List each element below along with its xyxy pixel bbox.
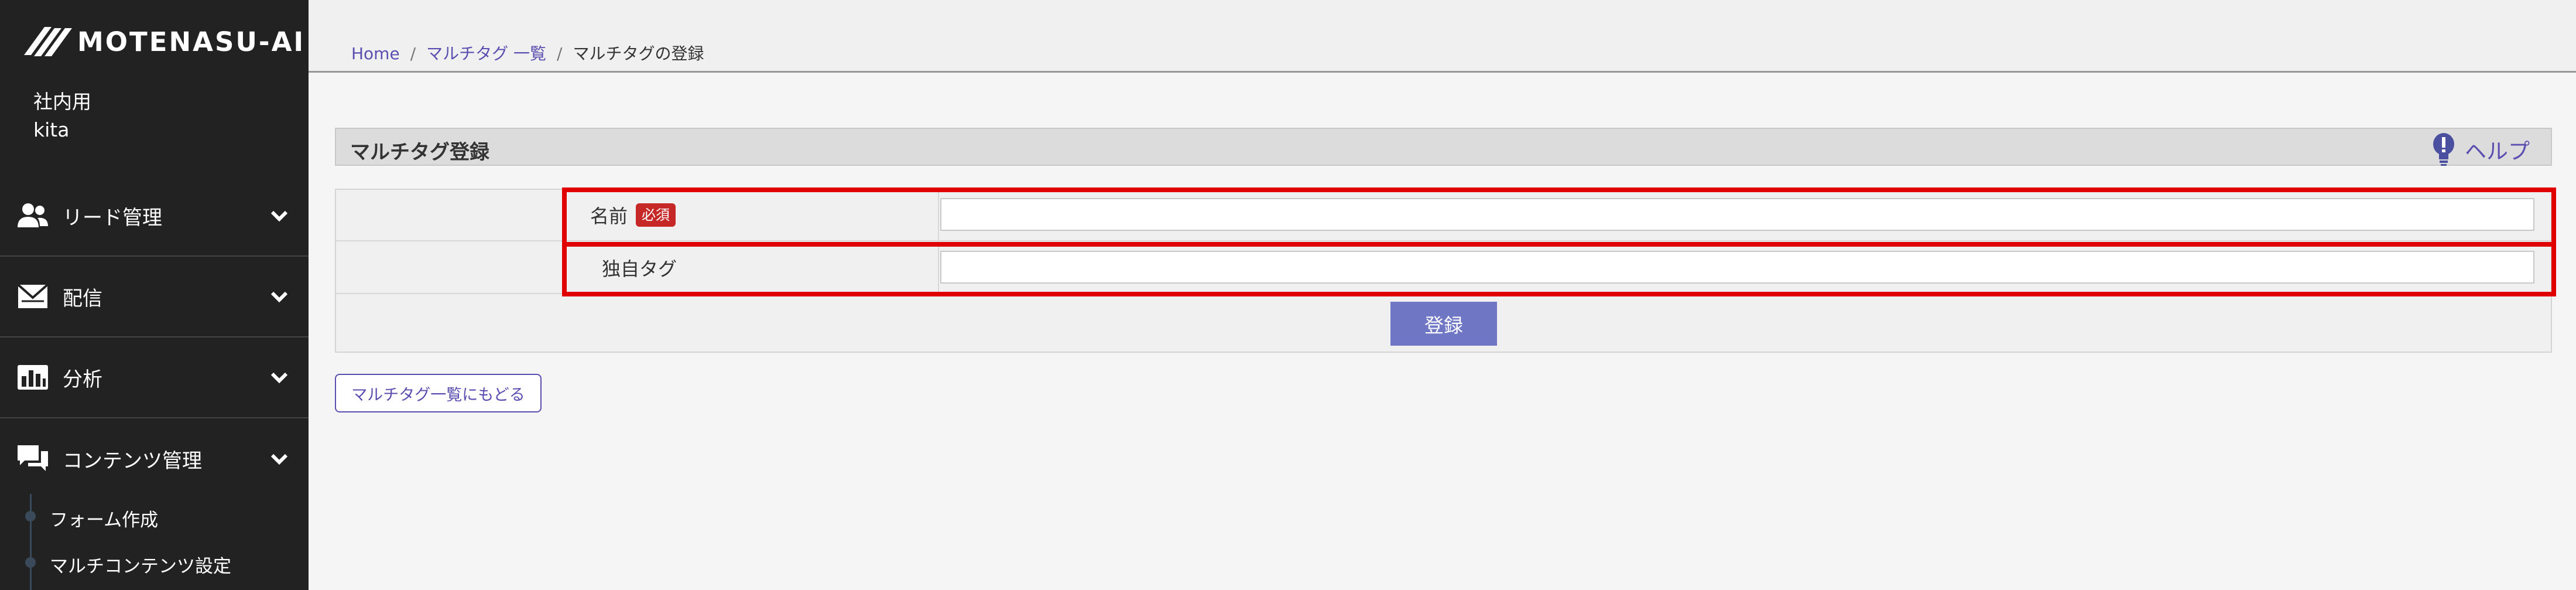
chevron-down-icon: [270, 372, 288, 384]
bullet-dot-icon: [25, 557, 36, 568]
column-divider: [938, 190, 939, 293]
breadcrumb-home[interactable]: Home: [351, 44, 400, 63]
back-to-list-button[interactable]: マルチタグ一覧にもどる: [335, 374, 542, 412]
bar-chart-icon: [16, 361, 49, 394]
sidebar-item-contents[interactable]: コンテンツ管理: [0, 418, 309, 499]
logo[interactable]: MOTENASU-AI: [21, 21, 305, 62]
sidebar-item-label: 分析: [63, 367, 102, 391]
sidebar-subitem-multicontent[interactable]: マルチコンテンツ設定: [50, 551, 231, 578]
breadcrumb: Home / マルチタグ 一覧 / マルチタグの登録: [351, 41, 704, 64]
sidebar-item-delivery[interactable]: 配信: [0, 257, 309, 337]
breadcrumb-separator: /: [557, 44, 563, 63]
breadcrumb-list[interactable]: マルチタグ 一覧: [426, 44, 546, 63]
users-icon: [16, 199, 49, 232]
name-label: 名前: [590, 205, 628, 227]
name-input[interactable]: [940, 198, 2534, 231]
name-label-cell: 名前 必須: [590, 202, 676, 229]
bullet-dot-icon: [25, 511, 36, 521]
user-name: kita: [33, 118, 70, 141]
required-badge: 必須: [636, 203, 676, 227]
row-divider: [336, 293, 2551, 294]
user-info: 社内用 kita: [33, 88, 91, 144]
register-button[interactable]: 登録: [1390, 302, 1497, 346]
logo-text: MOTENASU-AI: [77, 26, 306, 57]
row-divider: [336, 240, 2551, 241]
sidebar-item-analytics[interactable]: 分析: [0, 337, 309, 418]
top-bar: Home / マルチタグ 一覧 / マルチタグの登録: [309, 0, 2576, 73]
user-org: 社内用: [33, 90, 91, 113]
chevron-down-icon: [270, 291, 288, 303]
page-title: マルチタグ登録: [350, 141, 489, 164]
breadcrumb-separator: /: [410, 44, 416, 63]
logo-icon: [24, 27, 72, 56]
submenu-line: [30, 494, 32, 590]
column-divider: [562, 190, 563, 293]
help-label: ヘルプ: [2465, 139, 2530, 164]
sidebar: MOTENASU-AI 社内用 kita リード管理 配信 分析 コンテンツ管理…: [0, 0, 309, 590]
sidebar-item-leads[interactable]: リード管理: [0, 176, 309, 257]
tag-label-cell: 独自タグ: [602, 254, 677, 281]
sidebar-item-label: リード管理: [63, 206, 162, 230]
chevron-down-icon: [270, 210, 288, 222]
custom-tag-input[interactable]: [940, 251, 2534, 284]
mail-icon: [16, 280, 49, 313]
help-link[interactable]: ヘルプ: [2432, 132, 2530, 166]
sidebar-item-label: 配信: [63, 287, 102, 311]
section-header: マルチタグ登録 ヘルプ: [335, 128, 2552, 166]
sidebar-item-label: コンテンツ管理: [63, 449, 202, 473]
chat-icon: [16, 442, 49, 475]
chevron-down-icon: [270, 453, 288, 465]
breadcrumb-current: マルチタグの登録: [573, 44, 704, 63]
lightbulb-icon: [2433, 133, 2454, 166]
tag-label: 独自タグ: [602, 258, 677, 280]
sidebar-subitem-form[interactable]: フォーム作成: [50, 505, 158, 531]
